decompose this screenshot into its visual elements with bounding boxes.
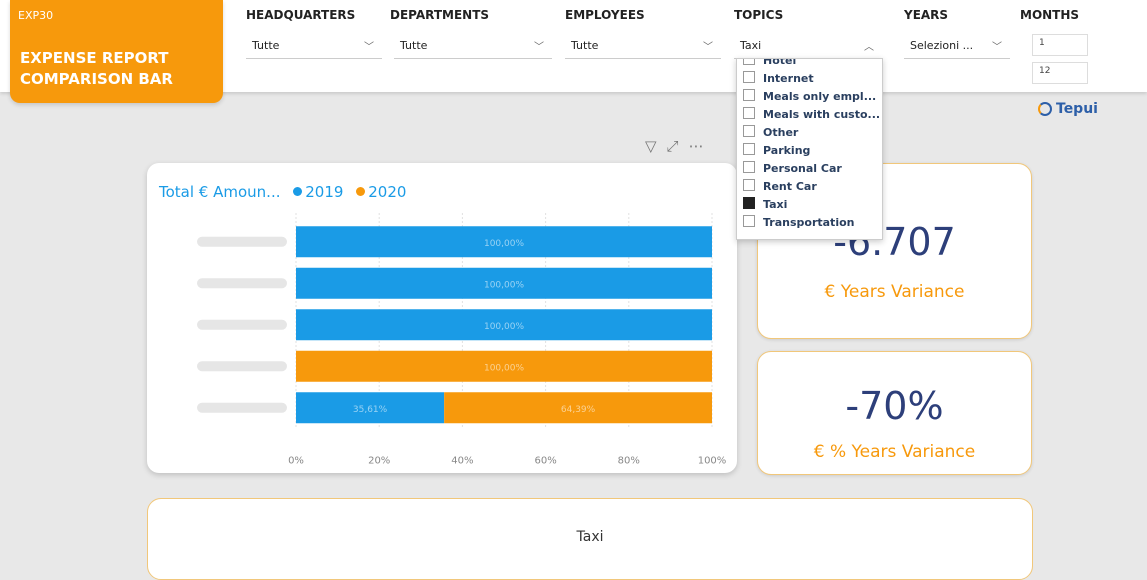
x-tick-label: 0% (288, 456, 304, 467)
chevron-down-icon: ﹀ (534, 42, 544, 53)
headquarters-slicer[interactable]: Tutte ﹀ (246, 34, 382, 59)
employees-value: Tutte (571, 39, 599, 52)
x-tick-label: 40% (451, 456, 473, 467)
years-variance-pct-card: -70% € % Years Variance (757, 351, 1032, 475)
years-label: YEARS (904, 8, 949, 22)
checkbox-icon[interactable] (743, 125, 755, 137)
bar-data-label: 35,61% (353, 405, 388, 415)
checkbox-icon[interactable] (743, 179, 755, 191)
topic-option-label: Taxi (763, 198, 788, 211)
x-tick-label: 20% (368, 456, 390, 467)
tepui-logo-icon (1038, 102, 1052, 116)
topic-option[interactable]: Meals only empl... (743, 89, 876, 105)
bar-chart-svg: 0% 20% 40% 60% 80% 100% 100,00% 100,00% 100,00% 1… (197, 213, 727, 467)
months-label: MONTHS (1020, 8, 1080, 22)
chevron-down-icon: ﹀ (364, 42, 374, 53)
departments-label: DEPARTMENTS (390, 8, 490, 22)
topic-option[interactable]: Transportation (743, 215, 854, 231)
bar-data-label: 64,39% (561, 405, 596, 415)
topic-option[interactable]: Taxi (743, 197, 787, 213)
topic-option[interactable]: Personal Car (743, 161, 842, 177)
x-tick-label: 80% (618, 456, 640, 467)
topics-dropdown[interactable]: Hotel Internet Meals only empl... Meals wit… (736, 58, 883, 240)
years-value: Selezioni ... (910, 39, 974, 52)
topic-option-label: Internet (763, 72, 814, 85)
topic-option[interactable]: Parking (743, 143, 810, 159)
focus-mode-icon[interactable]: ⤢ (667, 137, 679, 155)
x-tick-label: 100% (698, 456, 727, 467)
category-label-placeholder (197, 278, 287, 289)
topic-option-label: Rent Car (763, 180, 817, 193)
filter-icon[interactable]: ▽ (645, 137, 657, 155)
bar-data-label: 100,00% (484, 280, 524, 290)
topic-option-label: Meals with custo... (763, 108, 881, 121)
category-label-placeholder (197, 236, 287, 247)
topics-slicer[interactable]: Taxi ︿ (734, 34, 882, 59)
departments-slicer[interactable]: Tutte ﹀ (394, 34, 552, 59)
departments-value: Tutte (400, 39, 428, 52)
report-title-line1: EXPENSE REPORT (20, 49, 169, 67)
brand-name: Tepui (1056, 101, 1098, 117)
employees-label: EMPLOYEES (565, 8, 645, 22)
x-tick-label: 60% (534, 456, 556, 467)
topics-label: TOPICS (734, 8, 784, 22)
report-title-card: EXP30 EXPENSE REPORT COMPARISON BAR (10, 0, 223, 103)
topic-option[interactable]: Internet (743, 71, 814, 87)
checkbox-icon[interactable] (743, 89, 755, 101)
bar-data-label: 100,00% (484, 322, 524, 332)
topics-value: Taxi (740, 39, 762, 52)
visual-header-icons: ▽ ⤢ ⋯ (645, 137, 714, 155)
report-code: EXP30 (18, 9, 54, 22)
bar-data-label: 100,00% (484, 239, 524, 249)
checkbox-checked-icon[interactable] (743, 197, 755, 209)
topic-option[interactable]: Meals with custo... (743, 107, 880, 123)
month-to-input[interactable]: 12 (1032, 62, 1088, 84)
chevron-down-icon: ﹀ (703, 42, 713, 53)
topic-card: Taxi (147, 498, 1033, 580)
month-from-input[interactable]: 1 (1032, 34, 1088, 56)
years-slicer[interactable]: Selezioni ... ﹀ (904, 34, 1010, 59)
topic-option-label: Other (763, 126, 799, 139)
topic-option-label: Parking (763, 144, 811, 157)
category-label-placeholder (197, 361, 287, 372)
topic-option[interactable]: Hotel (743, 58, 797, 69)
checkbox-icon[interactable] (743, 161, 755, 173)
category-label-placeholder (197, 319, 287, 330)
report-title-line2: COMPARISON BAR (20, 70, 173, 88)
topic-option-label: Meals only empl... (763, 90, 877, 103)
checkbox-icon[interactable] (743, 107, 755, 119)
topic-option-label: Hotel (763, 58, 797, 67)
topic-option-label: Transportation (763, 216, 855, 229)
topic-option[interactable]: Other (743, 125, 798, 141)
topic-option-label: Personal Car (763, 162, 842, 175)
years-variance-pct-value: -70% (845, 384, 944, 428)
chevron-up-icon: ︿ (864, 42, 874, 53)
checkbox-icon[interactable] (743, 59, 755, 65)
checkbox-icon[interactable] (743, 143, 755, 155)
headquarters-value: Tutte (252, 39, 280, 52)
month-to-value: 12 (1039, 66, 1051, 76)
employees-slicer[interactable]: Tutte ﹀ (565, 34, 721, 59)
more-options-icon[interactable]: ⋯ (689, 137, 704, 155)
comparison-bar-chart-card: Total € Amoun... 2019 2020 0% 20% 40% 60% 80… (147, 163, 737, 473)
topic-card-label: Taxi (576, 529, 604, 545)
report-title: EXPENSE REPORT COMPARISON BAR (20, 48, 173, 90)
brand-logo: Tepui (1038, 101, 1098, 117)
chevron-down-icon: ﹀ (992, 42, 1002, 53)
checkbox-icon[interactable] (743, 215, 755, 227)
years-variance-pct-label: € % Years Variance (813, 442, 976, 462)
category-label-placeholder (197, 402, 287, 413)
years-variance-label: € Years Variance (824, 282, 965, 302)
topic-option[interactable]: Rent Car (743, 179, 817, 195)
bar-data-label: 100,00% (484, 363, 524, 373)
month-from-value: 1 (1039, 38, 1045, 48)
checkbox-icon[interactable] (743, 71, 755, 83)
headquarters-label: HEADQUARTERS (246, 8, 356, 22)
